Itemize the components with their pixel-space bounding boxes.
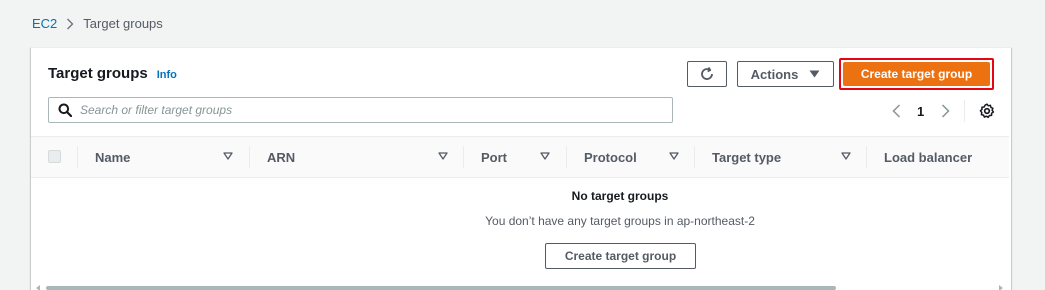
scroll-left-icon[interactable]: [35, 285, 41, 290]
sort-icon[interactable]: [669, 152, 679, 160]
create-button-highlight: Create target group: [839, 58, 994, 90]
refresh-button[interactable]: [687, 61, 727, 87]
actions-label: Actions: [750, 66, 799, 82]
horizontal-scrollbar[interactable]: [46, 286, 836, 290]
search-icon: [58, 103, 72, 117]
column-divider: [249, 146, 250, 168]
column-divider: [566, 146, 567, 168]
column-divider: [463, 146, 464, 168]
vertical-scrollbar[interactable]: [1016, 0, 1045, 290]
actions-dropdown[interactable]: Actions: [737, 61, 834, 87]
chevron-right-icon[interactable]: [936, 104, 954, 118]
page-title: Target groups: [48, 65, 148, 82]
column-divider: [694, 146, 695, 168]
search-input[interactable]: [80, 103, 660, 117]
column-label: Load balancer: [884, 149, 973, 165]
chevron-left-icon[interactable]: [887, 104, 905, 118]
column-label: Target type: [712, 149, 782, 165]
create-target-group-button[interactable]: Create target group: [843, 62, 990, 86]
chevron-right-icon: [66, 18, 74, 30]
sort-icon[interactable]: [438, 152, 448, 160]
column-header-arn[interactable]: ARN: [267, 137, 463, 177]
page-number[interactable]: 1: [917, 104, 924, 119]
scroll-right-icon[interactable]: [998, 285, 1004, 290]
column-label: Port: [481, 149, 507, 165]
breadcrumb: EC2 Target groups: [32, 16, 163, 31]
caret-down-icon: [809, 70, 820, 78]
breadcrumb-link-ec2[interactable]: EC2: [32, 16, 57, 31]
breadcrumb-current: Target groups: [83, 16, 163, 31]
column-header-protocol[interactable]: Protocol: [584, 137, 694, 177]
select-all-checkbox[interactable]: [48, 150, 61, 163]
sort-icon[interactable]: [223, 152, 233, 160]
column-divider: [866, 146, 867, 168]
column-header-target-type[interactable]: Target type: [712, 137, 864, 177]
empty-create-target-group-button[interactable]: Create target group: [545, 243, 696, 269]
search-box[interactable]: [48, 97, 673, 123]
pagination: 1: [887, 100, 995, 122]
column-header-load-balancer[interactable]: Load balancer: [884, 137, 1004, 177]
column-header-port[interactable]: Port: [481, 137, 565, 177]
column-label: Protocol: [584, 149, 637, 165]
panel-header: Target groups Info: [48, 65, 177, 82]
column-label: Name: [95, 149, 131, 165]
refresh-icon: [699, 66, 715, 82]
sort-icon[interactable]: [841, 152, 851, 160]
column-divider: [77, 146, 78, 168]
pager-divider: [964, 100, 966, 122]
column-label: ARN: [267, 149, 296, 165]
table-header: Name ARN Port Protocol Target type Load …: [31, 136, 1009, 178]
empty-state-description: You don’t have any target groups in ap-n…: [485, 214, 755, 228]
info-link[interactable]: Info: [157, 69, 177, 81]
sort-icon[interactable]: [540, 152, 550, 160]
target-groups-panel: Target groups Info Actions Create target…: [31, 47, 1011, 290]
gear-icon[interactable]: [979, 103, 995, 119]
column-header-name[interactable]: Name: [95, 137, 249, 177]
empty-state-title: No target groups: [571, 189, 669, 203]
